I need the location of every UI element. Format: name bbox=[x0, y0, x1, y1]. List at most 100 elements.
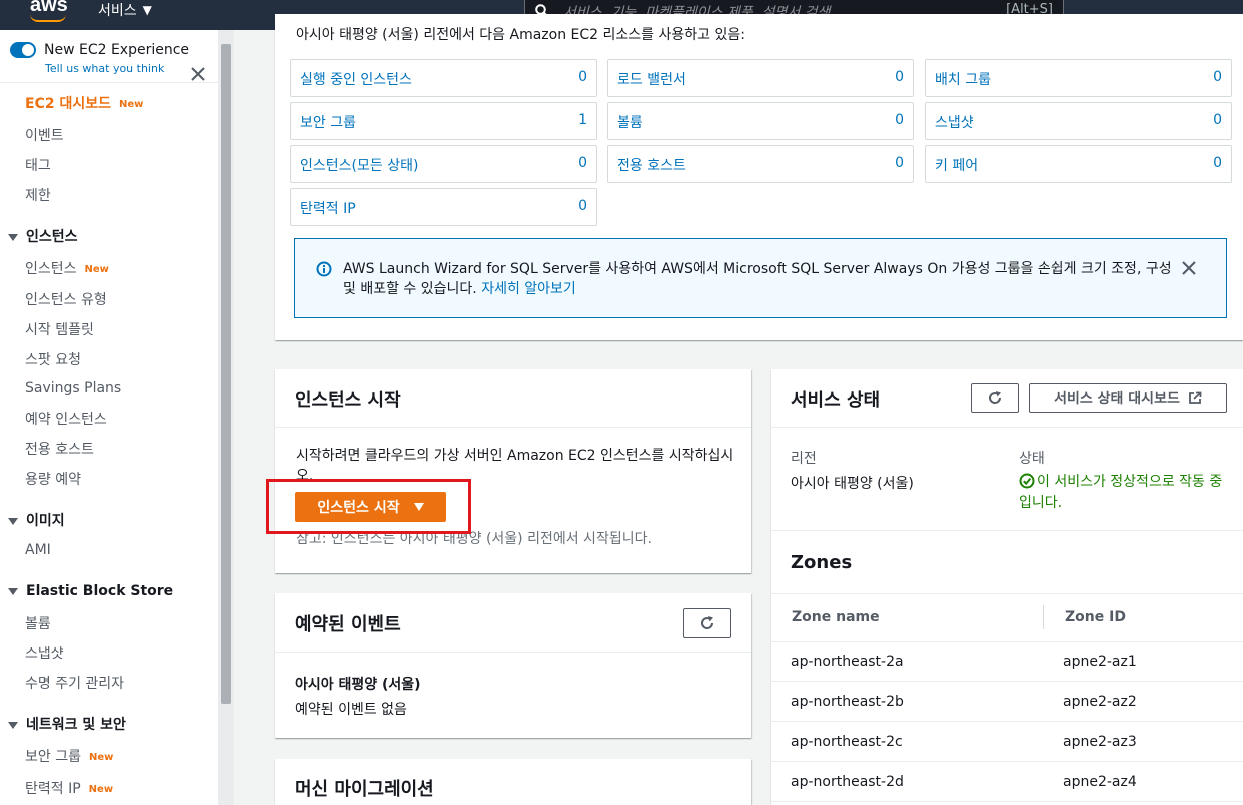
sidebar-item-capacity-reservations[interactable]: 용량 예약 bbox=[25, 469, 81, 489]
table-divider bbox=[771, 641, 1243, 642]
new-experience-toggle-row: New EC2 Experience Tell us what you thin… bbox=[10, 42, 210, 82]
sidebar-item-instances[interactable]: 인스턴스 New bbox=[25, 258, 109, 278]
caret-down-icon bbox=[8, 233, 18, 241]
sidebar-item-label: EC2 대시보드 bbox=[25, 96, 111, 112]
refresh-icon bbox=[701, 616, 714, 629]
resource-instances-all-states[interactable]: 인스턴스(모든 상태) 0 bbox=[290, 145, 597, 183]
sidebar-scrollbar[interactable] bbox=[218, 30, 234, 805]
launch-instance-title: 인스턴스 시작 bbox=[295, 390, 401, 411]
resource-load-balancers[interactable]: 로드 밸런서 0 bbox=[607, 59, 914, 97]
resource-snapshots[interactable]: 스냅샷 0 bbox=[925, 102, 1232, 140]
caret-down-icon bbox=[8, 721, 18, 729]
resource-label[interactable]: 보안 그룹 bbox=[300, 112, 356, 132]
resource-count: 0 bbox=[578, 69, 587, 85]
resource-label[interactable]: 실행 중인 인스턴스 bbox=[300, 69, 412, 89]
caret-down-icon: ▼ bbox=[142, 3, 152, 17]
panel-divider bbox=[771, 530, 1243, 531]
sidebar-item-launch-templates[interactable]: 시작 템플릿 bbox=[25, 319, 94, 339]
resource-count: 0 bbox=[578, 155, 587, 171]
new-badge: New bbox=[118, 98, 144, 110]
sidebar-item-spot-requests[interactable]: 스팟 요청 bbox=[25, 349, 81, 369]
resource-count: 0 bbox=[895, 69, 904, 85]
table-divider bbox=[771, 801, 1243, 802]
resource-label[interactable]: 탄력적 IP bbox=[300, 198, 356, 218]
machine-migration-title: 머신 마이그레이션 bbox=[295, 779, 434, 800]
status-value: 이 서비스가 정상적으로 작동 중입니다. bbox=[1019, 474, 1223, 511]
refresh-health-button[interactable] bbox=[971, 383, 1019, 413]
sidebar-divider bbox=[0, 82, 218, 83]
resource-count: 0 bbox=[895, 155, 904, 171]
highlight-annotation bbox=[266, 479, 471, 534]
sidebar-group-instances[interactable]: 인스턴스 bbox=[8, 226, 78, 246]
service-health-dashboard-button[interactable]: 서비스 상태 대시보드 bbox=[1029, 383, 1227, 413]
caret-down-icon bbox=[8, 517, 18, 525]
resource-label[interactable]: 로드 밸런서 bbox=[617, 69, 686, 89]
sidebar-group-network-security[interactable]: 네트워크 및 보안 bbox=[8, 714, 126, 734]
scheduled-events-title: 예약된 이벤트 bbox=[295, 614, 401, 635]
new-experience-label: New EC2 Experience bbox=[44, 42, 190, 58]
sidebar-item-label: 탄력적 IP bbox=[25, 781, 81, 797]
sidebar-item-reserved-instances[interactable]: 예약 인스턴스 bbox=[25, 409, 107, 429]
resource-label[interactable]: 전용 호스트 bbox=[617, 155, 686, 175]
resource-elastic-ips[interactable]: 탄력적 IP 0 bbox=[290, 188, 597, 226]
scrollbar-thumb[interactable] bbox=[221, 44, 231, 704]
sidebar-item-tags[interactable]: 태그 bbox=[25, 155, 51, 175]
resource-volumes[interactable]: 볼륨 0 bbox=[607, 102, 914, 140]
close-icon[interactable] bbox=[190, 66, 206, 82]
sidebar-group-ebs[interactable]: Elastic Block Store bbox=[8, 583, 173, 599]
resource-placement-groups[interactable]: 배치 그룹 0 bbox=[925, 59, 1232, 97]
table-divider bbox=[771, 761, 1243, 762]
services-menu-button[interactable]: 서비스 ▼ bbox=[98, 0, 152, 20]
sidebar-item-snapshots[interactable]: 스냅샷 bbox=[25, 643, 64, 663]
region-value: 아시아 태평양 (서울) bbox=[791, 476, 914, 492]
new-badge: New bbox=[88, 783, 114, 795]
sidebar-item-ec2-dashboard[interactable]: EC2 대시보드 New bbox=[25, 93, 143, 113]
zone-name-header[interactable]: Zone name bbox=[792, 609, 880, 625]
resource-label[interactable]: 배치 그룹 bbox=[935, 69, 991, 89]
sidebar-item-volumes[interactable]: 볼륨 bbox=[25, 613, 51, 633]
zone-id-header[interactable]: Zone ID bbox=[1065, 609, 1126, 625]
sidebar-item-instance-types[interactable]: 인스턴스 유형 bbox=[25, 289, 107, 309]
sidebar-item-elastic-ips[interactable]: 탄력적 IP New bbox=[25, 778, 113, 798]
close-icon[interactable] bbox=[1182, 261, 1196, 275]
dashboard-button-label: 서비스 상태 대시보드 bbox=[1054, 391, 1180, 407]
service-health-title: 서비스 상태 bbox=[791, 390, 881, 411]
resource-count: 1 bbox=[578, 112, 587, 128]
resource-count: 0 bbox=[895, 112, 904, 128]
sidebar-item-events[interactable]: 이벤트 bbox=[25, 125, 64, 145]
sidebar-item-lifecycle-manager[interactable]: 수명 주기 관리자 bbox=[25, 673, 124, 693]
resource-dedicated-hosts[interactable]: 전용 호스트 0 bbox=[607, 145, 914, 183]
resource-security-groups[interactable]: 보안 그룹 1 bbox=[290, 102, 597, 140]
refresh-events-button[interactable] bbox=[683, 608, 731, 638]
resource-count: 0 bbox=[1213, 69, 1222, 85]
sidebar-item-ami[interactable]: AMI bbox=[25, 542, 51, 558]
zone-id-cell: apne2-az1 bbox=[1063, 654, 1137, 670]
zone-name-cell: ap-northeast-2b bbox=[791, 694, 904, 710]
feedback-link[interactable]: Tell us what you think bbox=[45, 62, 164, 75]
resource-label[interactable]: 볼륨 bbox=[617, 112, 643, 132]
resource-label[interactable]: 인스턴스(모든 상태) bbox=[300, 155, 418, 175]
resource-label[interactable]: 키 페어 bbox=[935, 155, 978, 175]
learn-more-link[interactable]: 자세히 알아보기 bbox=[481, 281, 576, 297]
refresh-icon bbox=[989, 391, 1002, 404]
zone-name-cell: ap-northeast-2a bbox=[791, 654, 904, 670]
external-link-icon bbox=[1188, 391, 1202, 404]
caret-down-icon bbox=[8, 587, 18, 595]
resource-key-pairs[interactable]: 키 페어 0 bbox=[925, 145, 1232, 183]
sidebar-item-dedicated-hosts[interactable]: 전용 호스트 bbox=[25, 439, 94, 459]
sidebar-group-images[interactable]: 이미지 bbox=[8, 510, 65, 530]
table-divider bbox=[771, 593, 1243, 594]
check-circle-icon bbox=[1019, 473, 1035, 489]
status-label: 상태 bbox=[1019, 451, 1045, 467]
sidebar-item-savings-plans[interactable]: Savings Plans bbox=[25, 380, 121, 396]
sidebar-item-security-groups[interactable]: 보안 그룹 New bbox=[25, 746, 113, 766]
services-menu-label: 서비스 bbox=[98, 3, 137, 19]
resource-label[interactable]: 스냅샷 bbox=[935, 112, 974, 132]
resource-count: 0 bbox=[1213, 112, 1222, 128]
resource-running-instances[interactable]: 실행 중인 인스턴스 0 bbox=[290, 59, 597, 97]
new-experience-toggle[interactable] bbox=[10, 42, 36, 58]
new-badge: New bbox=[88, 751, 114, 763]
sidebar-item-limits[interactable]: 제한 bbox=[25, 185, 51, 205]
sidebar-nav: New EC2 Experience Tell us what you thin… bbox=[0, 30, 218, 805]
resource-count: 0 bbox=[1213, 155, 1222, 171]
